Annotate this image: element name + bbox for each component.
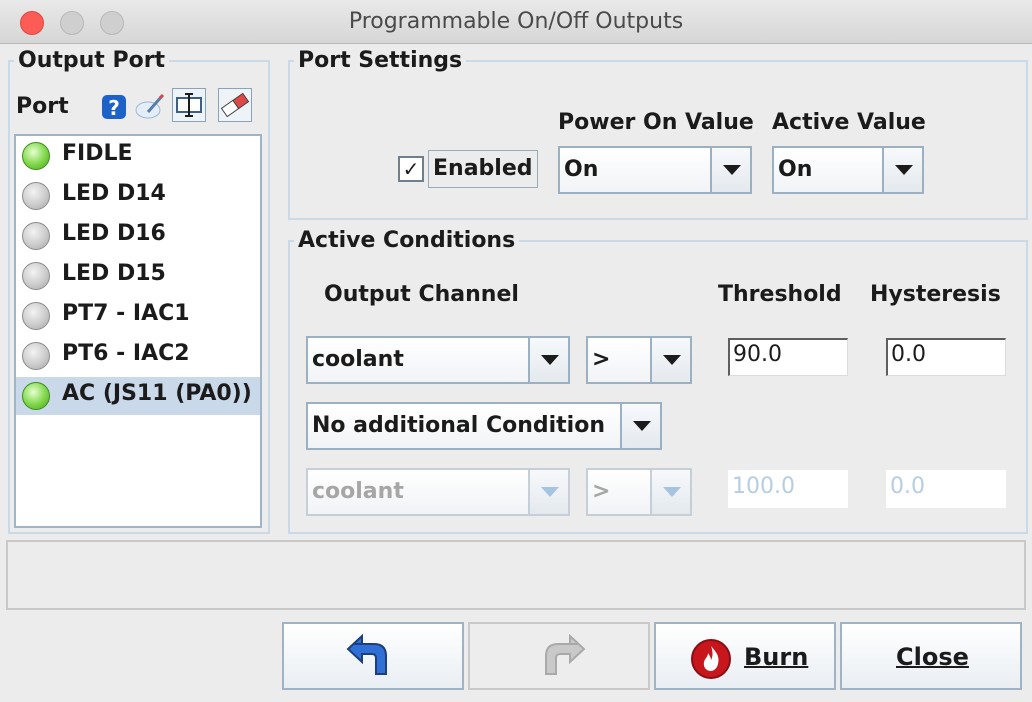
title-bar: Programmable On/Off Outputs	[0, 0, 1032, 44]
status-area	[6, 540, 1026, 610]
port-label: Port	[16, 94, 69, 119]
port-name: PT6 - IAC2	[62, 341, 190, 366]
eraser-icon[interactable]	[218, 88, 252, 122]
channel-selected-1: coolant	[312, 347, 404, 372]
status-led-icon	[22, 382, 50, 410]
operator-selected-2: >	[592, 479, 611, 504]
port-item-ac-js11-pa0[interactable]: AC (JS11 (PA0))	[16, 377, 260, 415]
port-item-led-d14[interactable]: LED D14	[16, 177, 260, 215]
operator-select-2: >	[586, 468, 692, 516]
additional-condition-selected: No additional Condition	[312, 413, 605, 438]
burn-button[interactable]: Burn	[654, 622, 836, 690]
output-channel-label: Output Channel	[324, 282, 519, 307]
status-led-icon	[22, 302, 50, 330]
threshold-label: Threshold	[718, 282, 842, 307]
additional-condition-select[interactable]: No additional Condition	[306, 402, 662, 450]
status-led-icon	[22, 222, 50, 250]
window-title: Programmable On/Off Outputs	[348, 9, 684, 34]
port-name: LED D15	[62, 261, 166, 286]
power-on-value-select[interactable]: On	[558, 146, 752, 194]
close-label: Close	[896, 643, 969, 671]
port-item-pt7-iac1[interactable]: PT7 - IAC1	[16, 297, 260, 335]
operator-selected-1: >	[592, 347, 611, 372]
chevron-down-icon[interactable]	[620, 404, 660, 448]
status-led-icon	[22, 262, 50, 290]
channel-select-2: coolant	[306, 468, 570, 516]
chevron-down-icon[interactable]	[650, 338, 690, 382]
hysteresis-input-1[interactable]: 0.0	[886, 338, 1006, 376]
flame-icon	[691, 639, 731, 679]
power-on-value-label: Power On Value	[558, 110, 754, 135]
status-led-icon	[22, 142, 50, 170]
hysteresis-label: Hysteresis	[870, 282, 1001, 307]
edit-icon[interactable]	[134, 90, 168, 124]
burn-label: Burn	[744, 643, 809, 671]
port-item-fidle[interactable]: FIDLE	[16, 137, 260, 175]
port-settings-legend: Port Settings	[298, 48, 463, 73]
redo-arrow-icon	[545, 634, 586, 675]
hysteresis-input-2: 0.0	[886, 470, 1006, 508]
output-port-legend: Output Port	[18, 48, 166, 73]
status-led-icon	[22, 342, 50, 370]
chevron-down-icon	[528, 470, 568, 514]
undo-arrow-icon	[346, 634, 387, 675]
chevron-down-icon[interactable]	[710, 148, 750, 192]
enabled-checkbox[interactable]: ✓	[398, 156, 424, 182]
chevron-down-icon[interactable]	[882, 148, 922, 192]
close-button[interactable]: Close	[840, 622, 1022, 690]
chevron-down-icon	[650, 470, 690, 514]
text-field-icon[interactable]	[172, 88, 206, 122]
threshold-input-2: 100.0	[728, 470, 848, 508]
power-on-value-selected: On	[564, 157, 599, 182]
port-name: PT7 - IAC1	[62, 301, 190, 326]
channel-select-1[interactable]: coolant	[306, 336, 570, 384]
active-value-label: Active Value	[772, 110, 926, 135]
chevron-down-icon[interactable]	[528, 338, 568, 382]
port-name: LED D14	[62, 181, 166, 206]
threshold-input-1[interactable]: 90.0	[728, 338, 848, 376]
active-conditions-legend: Active Conditions	[298, 228, 516, 253]
port-name: LED D16	[62, 221, 166, 246]
help-icon[interactable]: ?	[98, 90, 132, 124]
port-name: FIDLE	[62, 141, 133, 166]
svg-text:?: ?	[108, 96, 120, 120]
channel-selected-2: coolant	[312, 479, 404, 504]
active-value-selected: On	[778, 157, 813, 182]
redo-button	[468, 622, 650, 690]
status-led-icon	[22, 182, 50, 210]
port-name: AC (JS11 (PA0))	[62, 381, 252, 406]
active-value-select[interactable]: On	[772, 146, 924, 194]
port-item-led-d15[interactable]: LED D15	[16, 257, 260, 295]
port-list[interactable]: FIDLE LED D14 LED D16 LED D15 PT7 - IAC1…	[14, 134, 262, 528]
enabled-label[interactable]: Enabled	[428, 150, 538, 188]
undo-button[interactable]	[282, 622, 464, 690]
port-item-led-d16[interactable]: LED D16	[16, 217, 260, 255]
operator-select-1[interactable]: >	[586, 336, 692, 384]
port-item-pt6-iac2[interactable]: PT6 - IAC2	[16, 337, 260, 375]
